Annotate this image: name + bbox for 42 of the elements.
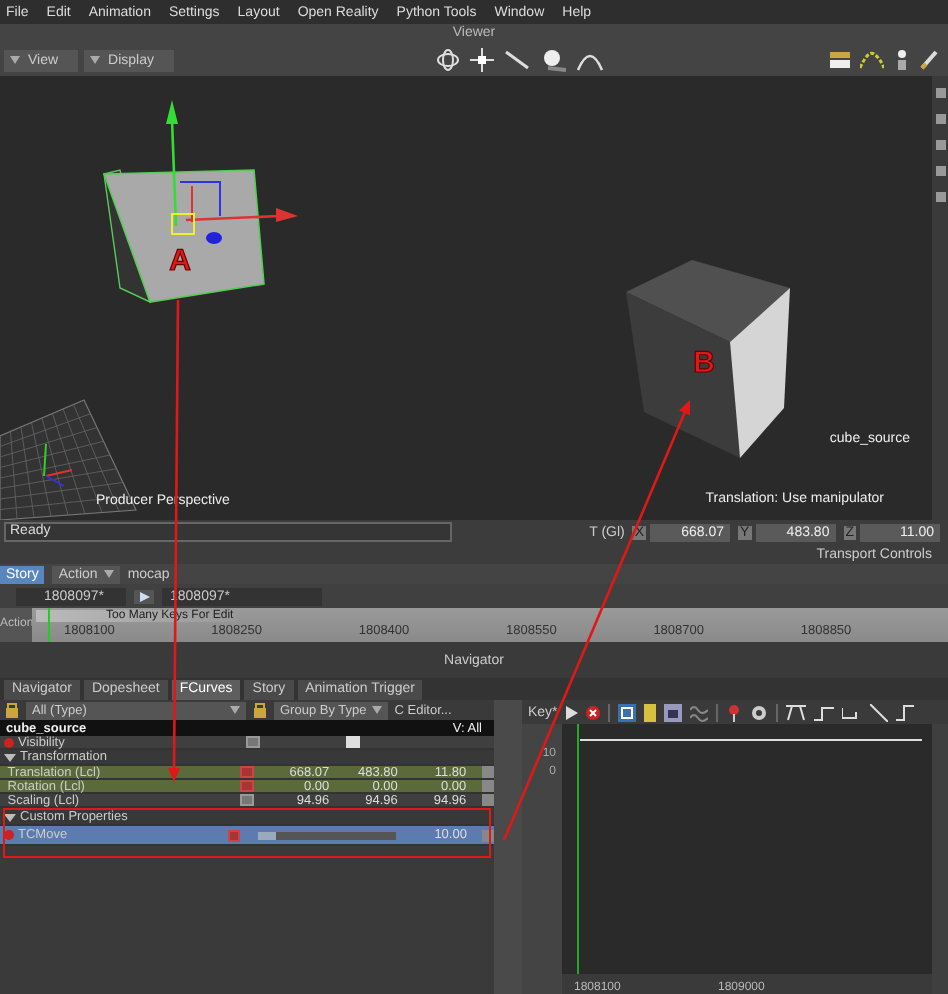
key-icon [246,736,260,748]
caret-icon [103,570,114,578]
step-icon[interactable] [895,703,914,721]
key-icon [227,829,241,841]
marker-label: A [169,244,191,278]
caret-icon [230,706,240,714]
figure-icon[interactable] [894,50,910,70]
frame-icon[interactable] [617,703,636,721]
caret-icon [372,706,383,714]
step-icon[interactable] [813,703,834,721]
key-dot-icon [4,830,14,840]
checkbox[interactable] [346,736,360,748]
tool-icon[interactable] [935,114,945,124]
move-gizmo-drawing [166,100,298,244]
play-icon[interactable] [565,705,578,719]
lock-icon[interactable] [252,702,268,718]
tool-icon[interactable] [935,192,945,202]
marker-label: B [693,346,715,380]
delete-icon[interactable] [585,705,600,719]
key-dot-icon [4,737,14,747]
slider-fill[interactable] [258,831,276,839]
caret-icon [10,56,20,64]
wave-icon[interactable] [689,703,708,721]
brush-icon[interactable] [920,50,938,70]
step-icon[interactable] [841,703,862,721]
tool-icon[interactable] [935,140,945,150]
layers-icon[interactable] [830,50,850,70]
slider-track[interactable] [258,831,397,839]
orbit-icon[interactable] [436,48,460,72]
pin-icon[interactable] [725,703,742,721]
sphere-icon[interactable] [542,48,566,72]
play-icon[interactable] [134,589,154,603]
caret-icon [90,56,101,64]
line-tool-icon[interactable] [504,48,532,72]
flat-tangent-icon[interactable] [785,703,806,721]
curve-icon[interactable] [860,50,884,70]
tool-icon[interactable] [935,88,945,98]
linear-icon[interactable] [869,703,888,721]
tool-icon[interactable] [935,166,945,176]
image-icon[interactable] [663,703,682,721]
lock-icon[interactable] [4,702,20,718]
move-icon[interactable] [470,48,494,72]
